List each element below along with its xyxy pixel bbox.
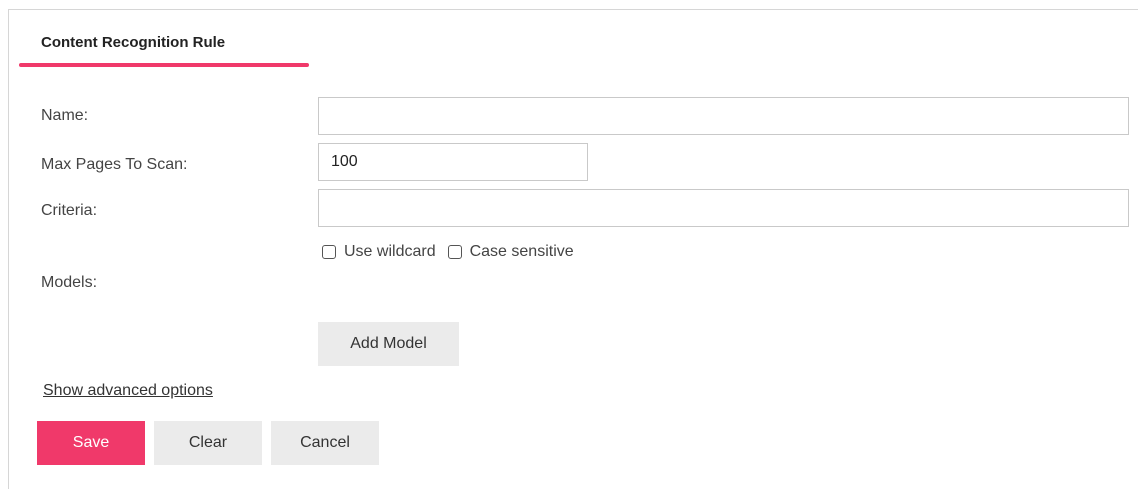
case-sensitive-checkbox[interactable]: [447, 245, 462, 259]
criteria-label: Criteria:: [41, 202, 98, 219]
active-tab-indicator: [19, 63, 309, 67]
max-pages-label: Max Pages To Scan:: [41, 156, 188, 173]
use-wildcard-label[interactable]: Use wildcard: [344, 243, 436, 261]
tab-label: Content Recognition Rule: [41, 34, 226, 51]
name-input[interactable]: [318, 97, 1129, 135]
use-wildcard-checkbox[interactable]: [322, 245, 336, 259]
case-sensitive-label[interactable]: Case sensitive: [470, 243, 574, 261]
criteria-options: Use wildcard Case sensitive: [322, 241, 586, 263]
max-pages-input[interactable]: [318, 143, 588, 181]
cancel-button[interactable]: Cancel: [271, 421, 379, 465]
add-model-button[interactable]: Add Model: [318, 322, 459, 366]
name-label: Name:: [41, 107, 89, 124]
show-advanced-options-link[interactable]: Show advanced options: [43, 382, 213, 400]
save-button[interactable]: Save: [37, 421, 145, 465]
criteria-input[interactable]: [318, 189, 1129, 227]
clear-button[interactable]: Clear: [154, 421, 262, 465]
models-label: Models:: [41, 274, 98, 291]
tab-content-recognition-rule[interactable]: Content Recognition Rule: [19, 10, 309, 68]
content-recognition-panel: Content Recognition Rule Name: Max Pages…: [8, 9, 1138, 489]
